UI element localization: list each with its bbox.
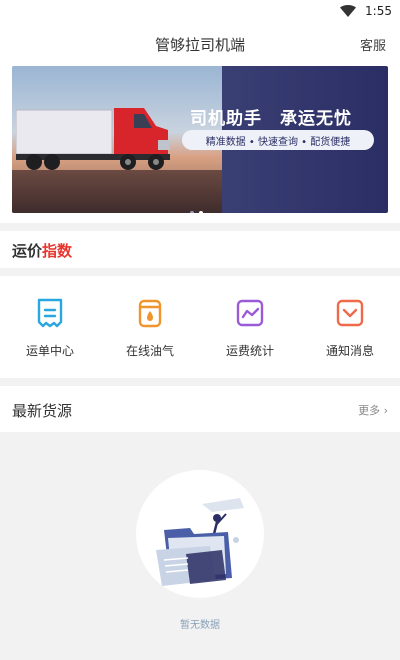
latest-cargo-header: 最新货源 更多 ›: [0, 386, 400, 432]
latest-cargo-title: 最新货源: [12, 402, 73, 420]
menu-label-waybill: 运单中心: [25, 344, 74, 358]
promo-banner[interactable]: 司机助手 承运无忧 精准数据 • 快速查询 • 配货便捷: [12, 66, 388, 213]
menu-label-fuel: 在线油气: [125, 344, 174, 358]
page-title: 管够拉司机端: [154, 36, 245, 54]
truck-image: [16, 108, 170, 170]
menu-item-notifications[interactable]: 通知消息: [300, 298, 400, 368]
empty-state: 暂无数据: [0, 432, 400, 660]
freight-index-title-part1: 运价: [12, 242, 43, 260]
waybill-icon: [37, 298, 63, 328]
empty-folder-illustration: [156, 498, 244, 586]
banner-headline: 司机助手 承运无忧: [190, 109, 352, 129]
app-header: 管够拉司机端 客服: [0, 26, 400, 60]
carousel-dot-active[interactable]: [199, 211, 203, 213]
carousel-dots: [190, 200, 208, 213]
empty-text: 暂无数据: [180, 620, 220, 631]
menu-item-waybill[interactable]: 运单中心: [0, 298, 100, 368]
more-link[interactable]: 更多 ›: [358, 402, 388, 418]
envelope-icon: [336, 299, 364, 327]
menu-label-notifications: 通知消息: [325, 344, 374, 358]
banner-section: 司机助手 承运无忧 精准数据 • 快速查询 • 配货便捷: [0, 60, 400, 223]
banner-subline-pill: 精准数据 • 快速查询 • 配货便捷: [182, 130, 374, 150]
menu-label-freight-stats: 运费统计: [225, 344, 274, 358]
freight-index-title: 运价指数: [12, 240, 72, 261]
menu-item-freight-stats[interactable]: 运费统计: [200, 298, 300, 368]
menu-item-fuel[interactable]: 在线油气: [100, 298, 200, 368]
quick-menu: 运单中心 在线油气 运费统计 通知消息: [0, 276, 400, 378]
chart-icon: [236, 299, 264, 327]
freight-index-card[interactable]: 运价指数: [0, 231, 400, 268]
freight-index-title-part2: 指数: [42, 242, 73, 260]
wifi-icon: [340, 5, 356, 17]
banner-subline: 精准数据 • 快速查询 • 配货便捷: [205, 137, 351, 148]
carousel-dot[interactable]: [190, 211, 194, 213]
customer-service-button[interactable]: 客服: [360, 35, 386, 54]
fuel-can-icon: [138, 299, 162, 328]
status-bar: 1:55: [0, 0, 400, 26]
status-time: 1:55: [365, 4, 392, 18]
